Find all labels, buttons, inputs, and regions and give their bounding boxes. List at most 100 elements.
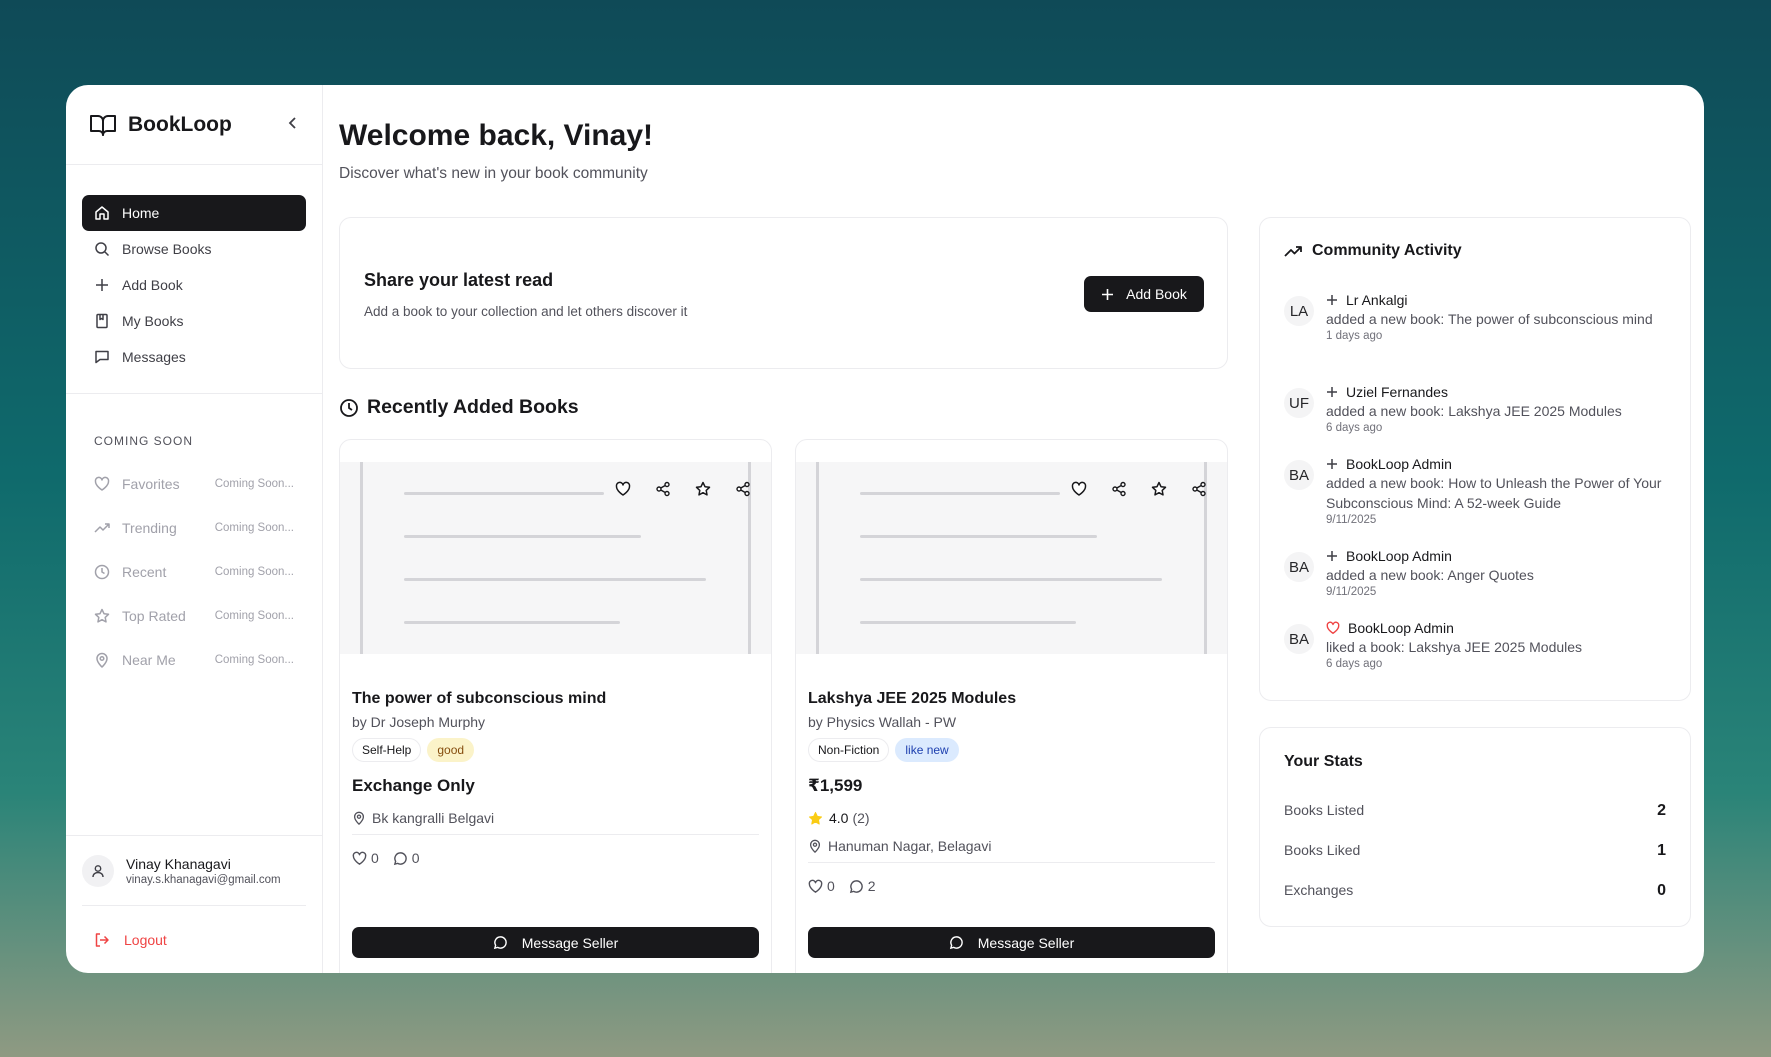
favorite-button[interactable] — [693, 479, 713, 499]
like-button[interactable] — [1069, 479, 1089, 499]
message-seller-button[interactable]: Message Seller — [352, 927, 759, 958]
share-button[interactable] — [1189, 479, 1209, 499]
favorite-button[interactable] — [1149, 479, 1169, 499]
cover-line — [860, 578, 1162, 581]
activity-item[interactable]: LA Lr Ankalgi added a new book: The powe… — [1284, 292, 1672, 342]
nav-label: My Books — [122, 313, 184, 329]
stat-label: Books Listed — [1284, 802, 1365, 818]
cover-line — [360, 462, 363, 654]
message-seller-label: Message Seller — [521, 934, 619, 951]
message-seller-label: Message Seller — [977, 934, 1075, 951]
message-seller-button[interactable]: Message Seller — [808, 927, 1215, 958]
soon-item-recent: Recent Coming Soon... — [66, 550, 322, 594]
divider — [352, 834, 759, 835]
map-pin-icon — [809, 839, 821, 853]
map-pin-icon — [96, 652, 108, 668]
divider — [808, 862, 1215, 863]
share-icon — [1192, 481, 1206, 497]
book-cover-placeholder — [340, 462, 771, 654]
activity-title-text: Community Activity — [1312, 242, 1462, 259]
activity-item[interactable]: UF Uziel Fernandes added a new book: Lak… — [1284, 384, 1672, 434]
page-subtitle: Discover what's new in your book communi… — [339, 165, 648, 182]
share-card: Share your latest read Add a book to you… — [339, 217, 1228, 369]
cover-line — [404, 535, 641, 538]
heart-icon[interactable] — [352, 851, 367, 866]
share-icon — [736, 481, 750, 497]
like-button[interactable] — [613, 479, 633, 499]
activity-item[interactable]: BA BookLoop Admin added a new book: How … — [1284, 456, 1672, 526]
sidebar: BookLoop Home Browse Books Add Book My B… — [66, 85, 323, 973]
main-nav: Home Browse Books Add Book My Books Mess… — [66, 165, 322, 394]
card-actions — [1049, 479, 1209, 499]
activity-text: liked a book: Lakshya JEE 2025 Modules — [1326, 639, 1583, 655]
share-button[interactable] — [653, 479, 673, 499]
collapse-sidebar-button[interactable] — [288, 116, 298, 134]
recently-added-heading: Recently Added Books — [339, 396, 579, 419]
chevron-left-icon — [288, 116, 296, 129]
cover-line — [860, 535, 1097, 538]
nav-item-add-book[interactable]: Add Book — [82, 267, 306, 303]
logout-button[interactable]: Logout — [82, 905, 306, 973]
location-text: Bk kangralli Belgavi — [372, 810, 495, 826]
clock-icon — [340, 398, 358, 417]
heart-icon[interactable] — [808, 879, 823, 894]
activity-item[interactable]: BA BookLoop Admin added a new book: Ange… — [1284, 548, 1672, 598]
soon-tag: Coming Soon... — [214, 478, 294, 490]
section-title-text: Recently Added Books — [367, 396, 579, 418]
nav-item-browse-books[interactable]: Browse Books — [82, 231, 306, 267]
your-stats-panel: Your Stats Books Listed 2 Books Liked 1 … — [1259, 727, 1691, 927]
comment-icon[interactable] — [393, 851, 408, 866]
book-price: Exchange Only — [352, 776, 475, 795]
nav-item-home[interactable]: Home — [82, 195, 306, 231]
nav-item-messages[interactable]: Messages — [82, 339, 306, 375]
logout-label: Logout — [124, 931, 167, 948]
activity-text: added a new book: The power of subconsci… — [1326, 311, 1653, 327]
logout-icon — [95, 932, 109, 947]
activity-item[interactable]: BA BookLoop Admin liked a book: Lakshya … — [1284, 620, 1672, 670]
plus-icon — [1327, 295, 1337, 305]
activity-time: 6 days ago — [1326, 422, 1383, 434]
book-location: Hanuman Nagar, Belagavi — [808, 838, 991, 854]
share-icon — [656, 481, 670, 497]
share-button[interactable] — [733, 479, 753, 499]
rating-value: 4.0 — [829, 810, 849, 826]
book-cover-placeholder — [796, 462, 1227, 654]
location-text: Hanuman Nagar, Belagavi — [828, 838, 992, 854]
book-title: The power of subconscious mind — [352, 690, 607, 707]
soon-item-top-rated: Top Rated Coming Soon... — [66, 594, 322, 638]
brand: BookLoop — [66, 85, 322, 165]
plus-icon — [1102, 288, 1114, 300]
message-icon — [95, 350, 109, 364]
add-book-button[interactable]: Add Book — [1084, 276, 1204, 312]
cover-line — [860, 492, 1060, 495]
stat-row: Exchanges 0 — [1284, 882, 1666, 900]
star-icon — [94, 608, 110, 623]
soon-label: Top Rated — [122, 608, 186, 624]
user-icon — [92, 864, 104, 877]
book-card[interactable]: Lakshya JEE 2025 Modules by Physics Wall… — [795, 439, 1228, 973]
share-button[interactable] — [1109, 479, 1129, 499]
stats-title: Your Stats — [1284, 753, 1363, 770]
search-icon — [95, 242, 110, 257]
stat-label: Books Liked — [1284, 842, 1361, 858]
soon-label: Favorites — [122, 476, 180, 492]
user-profile[interactable]: Vinay Khanagavi vinay.s.khanagavi@gmail.… — [66, 835, 322, 905]
activity-user: Lr Ankalgi — [1326, 292, 1653, 308]
book-rating: 4.0 (2) — [808, 810, 870, 826]
book-tags: Non-Fiction like new — [808, 738, 965, 762]
activity-user: BookLoop Admin — [1326, 456, 1672, 472]
share-subtitle: Add a book to your collection and let ot… — [364, 304, 688, 319]
stat-value: 2 — [1657, 802, 1666, 819]
comment-icon[interactable] — [849, 879, 864, 894]
avatar: UF — [1284, 388, 1314, 418]
book-card[interactable]: The power of subconscious mind by Dr Jos… — [339, 439, 772, 973]
comment-count: 2 — [867, 878, 876, 894]
soon-label: Near Me — [122, 652, 176, 668]
nav-label: Browse Books — [122, 241, 212, 257]
book-icon — [96, 313, 108, 329]
user-email: vinay.s.khanagavi@gmail.com — [126, 873, 281, 886]
activity-time: 9/11/2025 — [1326, 586, 1377, 598]
soon-tag: Coming Soon... — [214, 522, 294, 534]
nav-item-my-books[interactable]: My Books — [82, 303, 306, 339]
genre-tag: Self-Help — [352, 738, 422, 762]
